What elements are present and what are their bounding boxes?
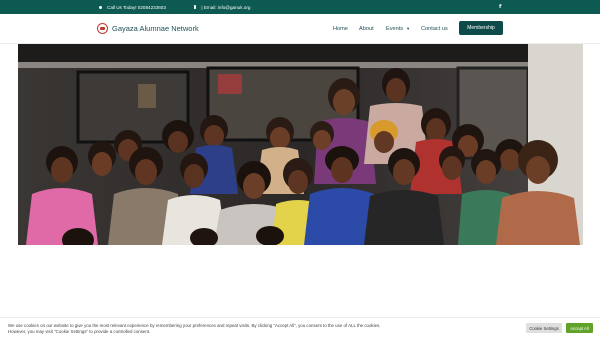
membership-button[interactable]: Membership xyxy=(459,21,503,35)
nav-events-label: Events xyxy=(386,25,404,32)
facebook-link[interactable]: f xyxy=(499,0,501,14)
cookie-message-line2: However, you may visit "Cookie Settings"… xyxy=(8,329,151,334)
gan-logo-icon xyxy=(97,23,108,34)
cookie-settings-button[interactable]: Cookie Settings xyxy=(526,323,562,333)
cookie-message: We use cookies on our website to give yo… xyxy=(8,323,478,335)
nav-home[interactable]: Home xyxy=(333,14,348,43)
contact-email[interactable]: | Email: info@ganuk.org xyxy=(194,0,250,14)
site-name: Gayaza Alumnae Network xyxy=(112,24,199,33)
facebook-icon: f xyxy=(499,4,502,10)
cookie-consent-bar: We use cookies on our website to give yo… xyxy=(0,317,600,339)
hero-group-photo xyxy=(18,44,583,245)
nav-events[interactable]: Events ▼ xyxy=(386,14,410,43)
location-dot-icon xyxy=(99,5,102,9)
nav-contact[interactable]: Contact us xyxy=(421,14,448,43)
site-logo[interactable]: Gayaza Alumnae Network xyxy=(97,14,199,43)
nav-about[interactable]: About xyxy=(359,14,374,43)
email-text: | Email: info@ganuk.org xyxy=(201,4,251,10)
mobile-phone-icon xyxy=(194,5,197,9)
contact-phone[interactable]: Call Us Today! 02084233603 xyxy=(99,0,166,14)
top-bar: Call Us Today! 02084233603 | Email: info… xyxy=(0,0,600,14)
accept-all-button[interactable]: Accept All xyxy=(566,323,593,333)
site-header: Gayaza Alumnae Network Home About Events… xyxy=(0,14,600,44)
chevron-down-icon: ▼ xyxy=(406,26,411,31)
phone-text: Call Us Today! 02084233603 xyxy=(107,4,166,10)
